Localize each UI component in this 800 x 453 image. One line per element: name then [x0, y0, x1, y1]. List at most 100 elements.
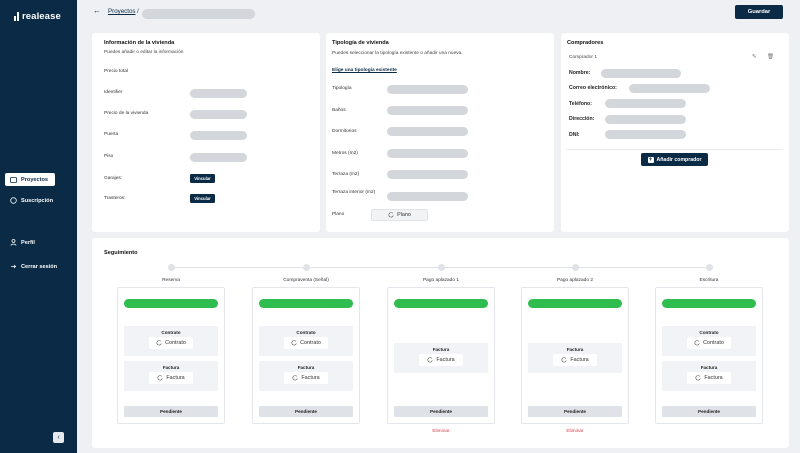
factura-document-button[interactable]: Factura — [687, 372, 731, 384]
pendiente-status-button[interactable]: Pendiente — [124, 406, 218, 417]
logo[interactable]: realease — [14, 11, 61, 22]
field-label: Teléfono: — [569, 101, 592, 107]
factura-title: Factura — [566, 347, 584, 352]
document-icon — [694, 340, 700, 346]
add-buyer-label: Añadir comprador — [656, 156, 702, 163]
stage-card-pago-aplazado-2: Factura Factura Pendiente — [521, 287, 629, 424]
sidebar-item-label: Cerrar sesión — [21, 263, 58, 270]
factura-section: Factura Factura — [528, 343, 622, 373]
timeline-dot — [168, 264, 175, 271]
sidebar-item-label: Suscripción — [21, 197, 54, 204]
sidebar-item-proyectos[interactable]: Proyectos — [5, 173, 55, 186]
info-title: Información de la vivienda — [104, 40, 175, 46]
breadcrumb-separator: / — [137, 8, 139, 15]
direccion-input[interactable] — [605, 115, 686, 124]
tipologia-title: Tipología de vivienda — [332, 40, 389, 46]
edit-icon[interactable]: ✎ — [752, 54, 757, 60]
email-input[interactable] — [629, 84, 710, 93]
dni-input[interactable] — [605, 130, 686, 139]
pendiente-status-button[interactable]: Pendiente — [394, 406, 488, 417]
factura-section: Factura Factura — [124, 361, 218, 391]
pendiente-status-button[interactable]: Pendiente — [259, 406, 353, 417]
terraza-interior-input[interactable] — [387, 192, 468, 201]
puerta-input[interactable] — [190, 131, 247, 140]
pendiente-status-button[interactable]: Pendiente — [528, 406, 622, 417]
progress-bar — [124, 299, 218, 308]
collapse-sidebar-button[interactable]: ‹ — [53, 432, 64, 443]
sidebar-item-cerrar-sesion[interactable]: Cerrar sesión — [5, 260, 65, 273]
stage-card-compraventa: Contrato Contrato Factura Factura Pendie… — [252, 287, 360, 424]
pendiente-status-button[interactable]: Pendiente — [662, 406, 756, 417]
factura-chip-label: Factura — [436, 357, 455, 363]
field-label: Baños — [332, 108, 346, 113]
plano-button[interactable]: Plano — [371, 209, 428, 221]
document-icon — [291, 340, 297, 346]
factura-document-button[interactable]: Factura — [553, 354, 597, 366]
chevron-left-icon: ‹ — [57, 434, 60, 441]
document-icon — [156, 340, 162, 346]
contrato-chip-label: Contrato — [300, 340, 321, 346]
comprador-label: Comprador 1 — [569, 55, 597, 60]
timeline-dot — [303, 264, 310, 271]
trasteros-label: Trasteros: — [104, 196, 126, 201]
contrato-document-button[interactable]: Contrato — [687, 337, 731, 349]
factura-document-button[interactable]: Factura — [419, 354, 463, 366]
vincular-trastero-button[interactable]: Vincular — [190, 194, 215, 203]
breadcrumb-proyectos[interactable]: Proyectos — [108, 8, 136, 15]
field-label: Terraza (m2) — [332, 172, 360, 177]
sidebar-item-label: Proyectos — [21, 176, 49, 183]
tipologia-subtitle: Puedes seleccionar la tipología existent… — [332, 51, 463, 56]
eliminar-link[interactable]: Eliminar — [421, 429, 461, 434]
sidebar-item-perfil[interactable]: Perfil — [5, 236, 55, 249]
contrato-document-button[interactable]: Contrato — [149, 337, 193, 349]
contrato-section: Contrato Contrato — [259, 326, 353, 356]
terraza-input[interactable] — [387, 170, 468, 179]
field-label: Terraza interior (m2) — [332, 190, 376, 195]
precio-vivienda-input[interactable] — [190, 110, 247, 119]
factura-title: Factura — [162, 365, 180, 370]
field-label: Piso — [104, 154, 114, 159]
eliminar-link[interactable]: Eliminar — [555, 429, 595, 434]
stage-label-pago-aplazado-2: Pago aplazado 2 — [556, 278, 593, 283]
factura-title: Factura — [432, 347, 450, 352]
field-label: Tipología — [332, 86, 352, 91]
elige-tipologia-link[interactable]: Elige una tipología existente — [332, 68, 397, 73]
factura-document-button[interactable]: Factura — [149, 372, 193, 384]
document-icon — [561, 357, 567, 363]
field-label: DNI: — [569, 132, 580, 138]
factura-section: Factura Factura — [662, 361, 756, 391]
factura-chip-label: Factura — [166, 375, 185, 381]
nombre-input[interactable] — [601, 69, 681, 78]
stage-card-reserva: Contrato Contrato Factura Factura Pendie… — [117, 287, 225, 424]
contrato-title: Contrato — [699, 330, 719, 335]
factura-chip-label: Factura — [301, 375, 320, 381]
banos-input[interactable] — [387, 106, 468, 115]
contrato-section: Contrato Contrato — [662, 326, 756, 356]
garajes-label: Garajes: — [104, 176, 123, 181]
vincular-garaje-button[interactable]: Vincular — [190, 174, 215, 183]
factura-chip-label: Factura — [704, 375, 723, 381]
back-arrow-icon[interactable]: ← — [93, 6, 101, 15]
add-buyer-button[interactable]: + Añadir comprador — [641, 153, 708, 166]
field-label: Dirección: — [569, 116, 595, 122]
timeline-dot — [438, 264, 445, 271]
stage-card-escritura: Contrato Contrato Factura Factura Pendie… — [655, 287, 763, 424]
save-button[interactable]: Guardar — [735, 5, 783, 19]
tipologia-input[interactable] — [387, 85, 468, 94]
coin-icon — [10, 197, 17, 204]
telefono-input[interactable] — [605, 99, 686, 108]
document-icon — [292, 375, 298, 381]
progress-bar — [528, 299, 622, 308]
stage-label-compraventa: Compraventa (Señal) — [283, 278, 329, 283]
piso-input[interactable] — [190, 153, 247, 162]
contrato-document-button[interactable]: Contrato — [284, 337, 328, 349]
trash-icon[interactable]: 🗑 — [767, 54, 774, 60]
factura-document-button[interactable]: Factura — [284, 372, 328, 384]
timeline-dot — [706, 264, 713, 271]
plano-button-label: Plano — [397, 212, 411, 218]
sidebar-item-suscripcion[interactable]: Suscripción — [5, 194, 55, 207]
dormitorios-input[interactable] — [387, 127, 468, 136]
metros-input[interactable] — [387, 149, 468, 158]
contrato-title: Contrato — [161, 330, 181, 335]
identifier-input[interactable] — [190, 89, 247, 98]
